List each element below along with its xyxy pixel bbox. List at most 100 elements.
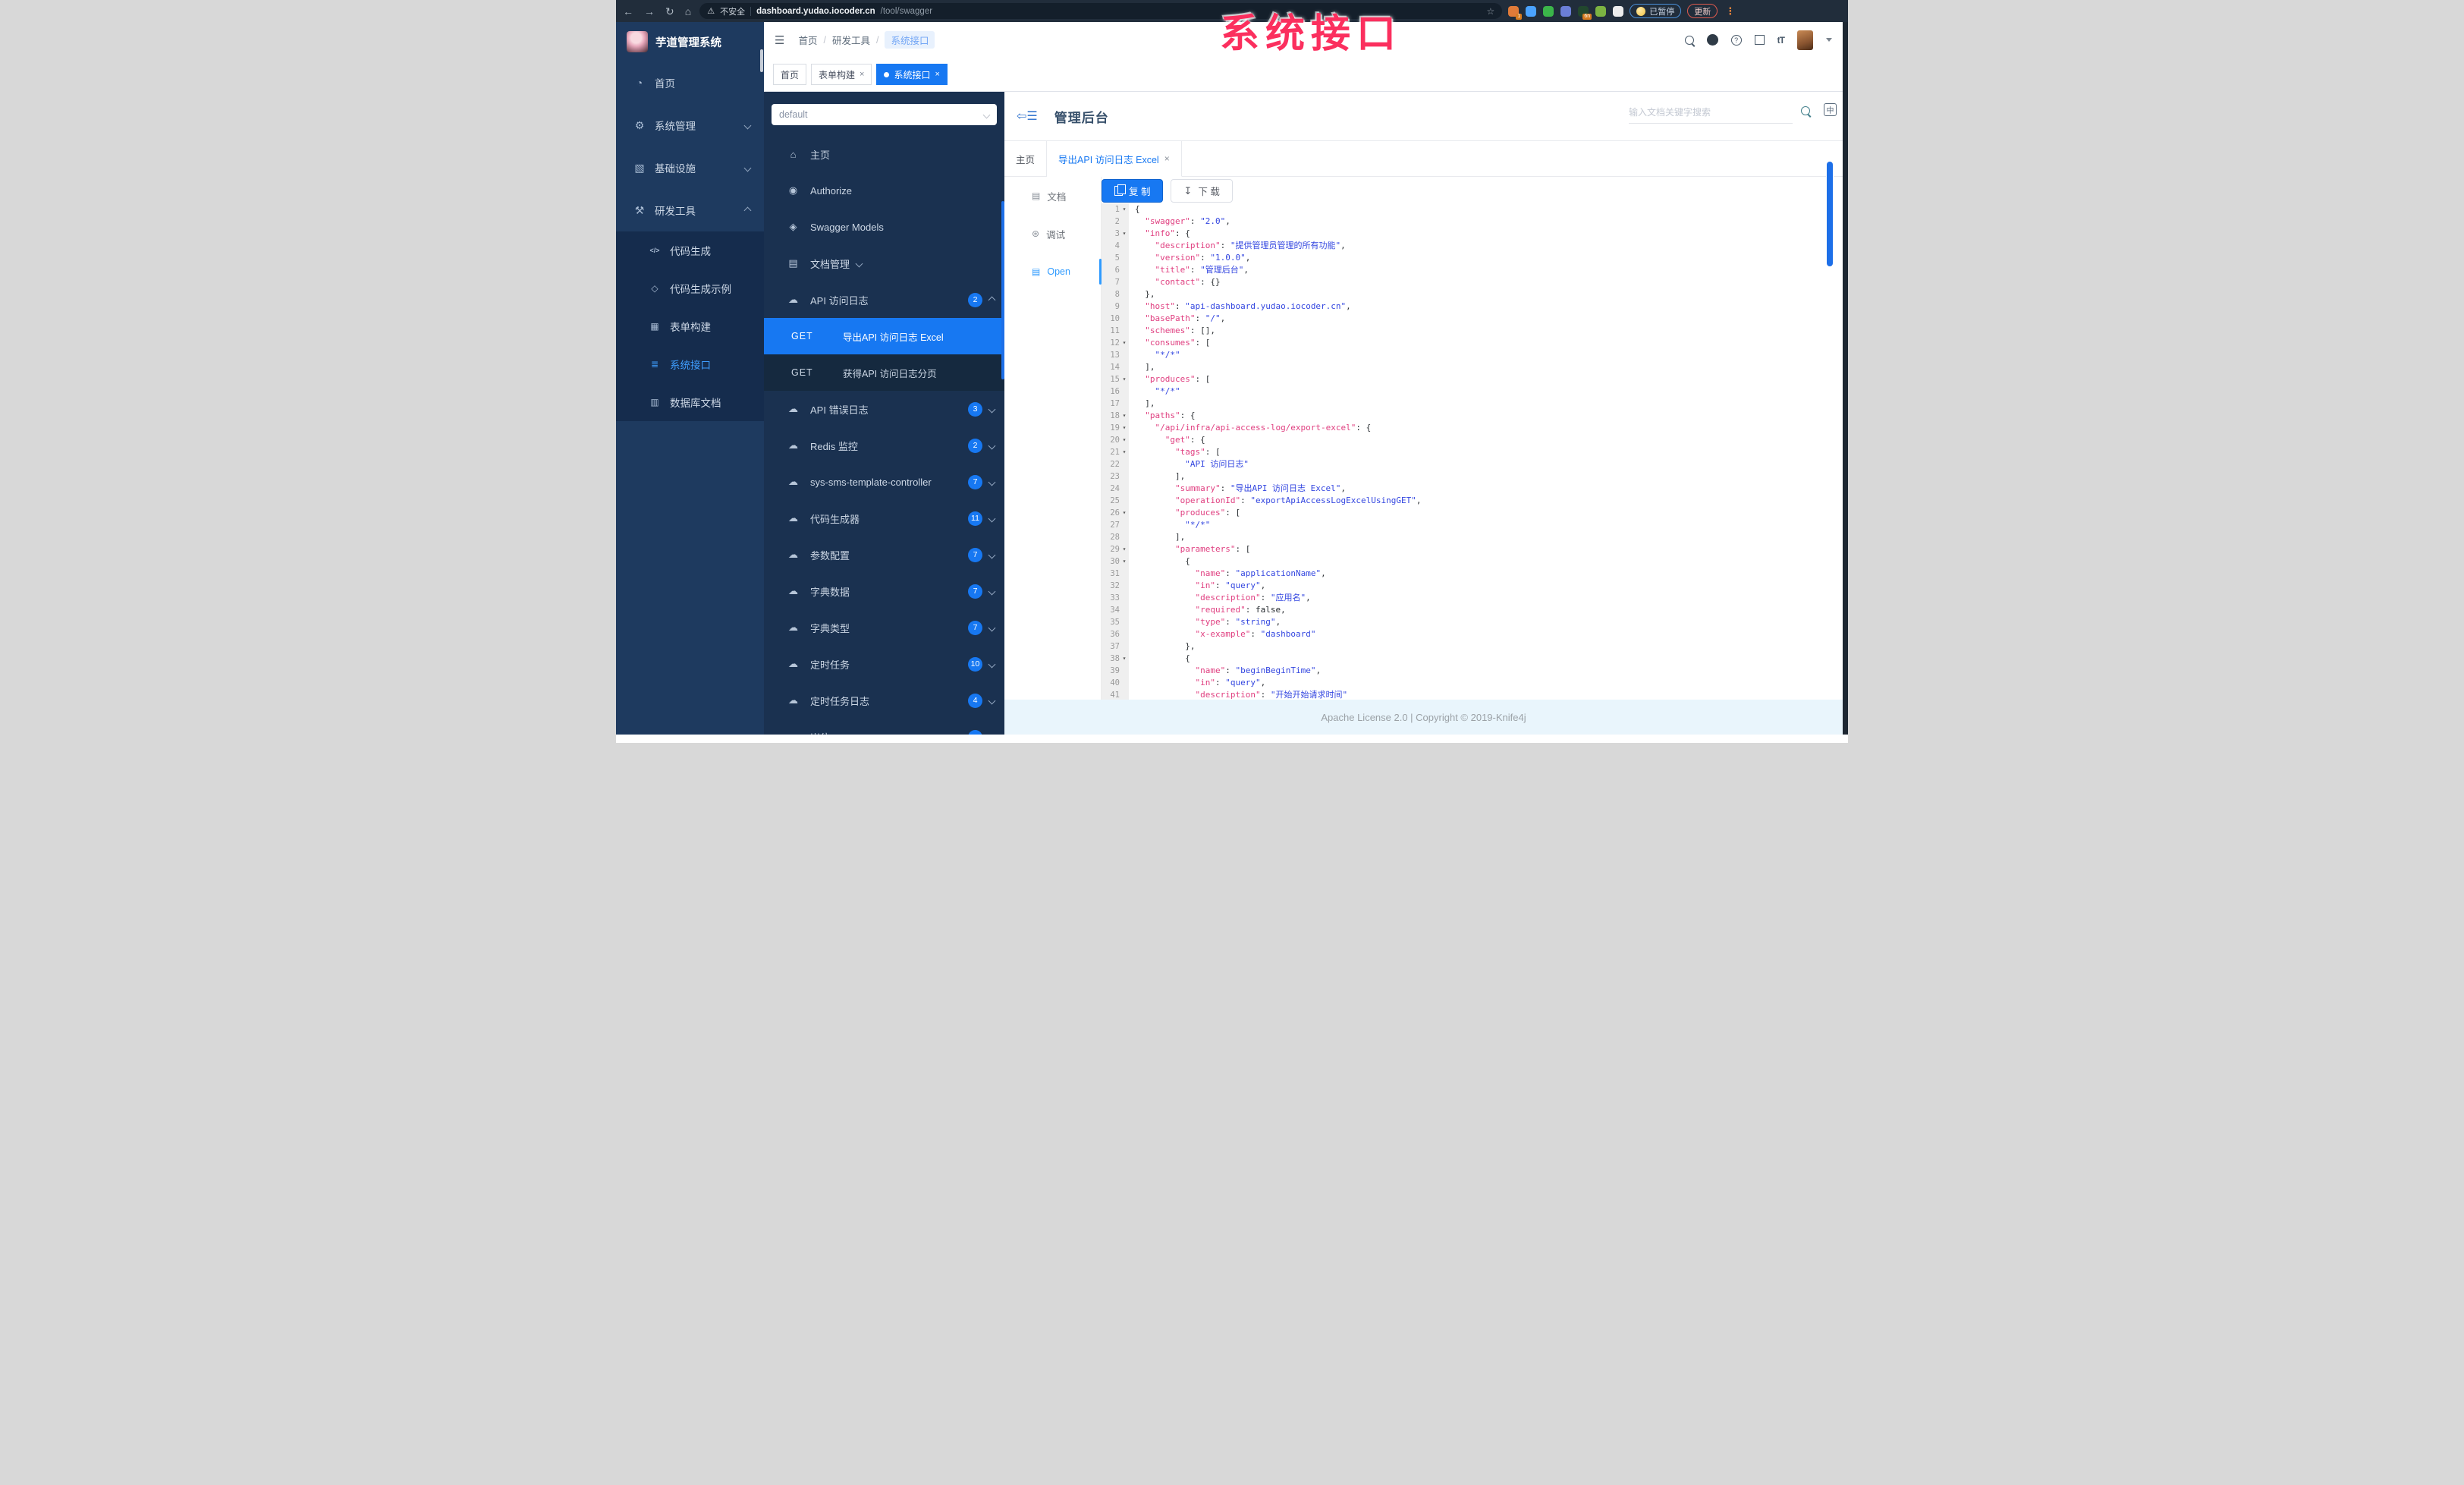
fold-marker-icon[interactable]: ▾ (1120, 373, 1129, 385)
breadcrumb-item[interactable]: 研发工具 (832, 33, 870, 47)
api-group-row[interactable]: ☁ API 错误日志 3 (764, 391, 1004, 427)
app-logo[interactable]: 芋道管理系统 (616, 22, 764, 61)
browser-menu-icon[interactable]: ⋮ (1724, 5, 1736, 17)
content-scrollbar-thumb[interactable] (1827, 162, 1833, 266)
extension-5[interactable]: 6n (1578, 5, 1592, 20)
api-operation-row[interactable]: GET 导出API 访问日志 Excel (764, 318, 1004, 354)
fullscreen-icon[interactable] (1754, 35, 1765, 45)
api-group-row[interactable]: ☁ 定时任务 10 (764, 646, 1004, 682)
swagger-nav-item[interactable]: ▤ 文档管理 (764, 245, 1004, 282)
api-group-row[interactable]: ☁ 字典数据 7 (764, 573, 1004, 609)
update-button[interactable]: 更新 (1687, 4, 1718, 18)
sidebar-subitem[interactable]: ▥ 数据库文档 (616, 383, 764, 421)
code-text: ], (1174, 532, 1186, 542)
api-operation-row[interactable]: GET 获得API 访问日志分页 (764, 354, 1004, 391)
code-text: "produces": [ (1145, 374, 1211, 384)
breadcrumb-item[interactable]: 系统接口 (885, 31, 935, 49)
swagger-nav-item[interactable]: ◉ Authorize (764, 172, 1004, 209)
code-line: 11 "schemes": [], (1102, 325, 1832, 337)
collapse-panel-icon[interactable]: ⇦☰ (1017, 109, 1038, 124)
sidebar-subitem[interactable]: </> 代码生成 (616, 231, 764, 269)
fold-marker-icon[interactable]: ▾ (1120, 422, 1129, 434)
user-avatar[interactable] (1797, 30, 1813, 50)
code-line: 1 ▾ { (1102, 203, 1832, 216)
fold-marker-icon[interactable]: ▾ (1120, 555, 1129, 568)
fold-marker-icon[interactable]: ▾ (1120, 507, 1129, 519)
document-tab[interactable]: 导出API 访问日志 Excel × (1047, 141, 1182, 177)
paused-extension-pill[interactable]: 已暂停 (1630, 4, 1682, 18)
code-line: 23 ], (1102, 470, 1832, 483)
api-group-row[interactable]: ☁ sys-sms-template-controller 7 (764, 464, 1004, 500)
doc-search-input[interactable]: 输入文档关键字搜索 (1629, 105, 1793, 124)
line-number: 32 (1110, 581, 1120, 590)
sidebar-subitem[interactable]: ◇ 代码生成示例 (616, 269, 764, 307)
font-size-icon[interactable]: tT (1777, 35, 1785, 46)
extension-1[interactable]: 1 (1508, 5, 1523, 20)
sidebar-subitem[interactable]: ≣ 系统接口 (616, 345, 764, 383)
sidebar-item[interactable]: ⚒ 研发工具 (616, 189, 764, 231)
swagger-nav-item[interactable]: ◈ Swagger Models (764, 209, 1004, 245)
doc-search-icon[interactable] (1801, 105, 1810, 119)
swagger-json-editor[interactable]: 1 ▾{2 "swagger": "2.0", 3 ▾ "info": {4 "des… (1102, 203, 1832, 700)
extension-2[interactable] (1526, 5, 1537, 17)
fold-marker-icon[interactable]: ▾ (1120, 203, 1129, 216)
swagger-nav-item[interactable]: ⌂ 主页 (764, 136, 1004, 172)
fold-marker-icon[interactable]: ▾ (1120, 653, 1129, 665)
view-tab-调试[interactable]: ⊛ 调试 (1004, 215, 1101, 253)
extension-7[interactable] (1613, 5, 1624, 17)
view-tab-open[interactable]: ▤ Open (1004, 253, 1102, 291)
download-button[interactable]: ↧ 下 载 (1171, 179, 1233, 203)
page-tab-label: 首页 (781, 69, 800, 80)
sidebar-item[interactable]: ◔ 首页 (616, 61, 764, 104)
fold-marker-icon[interactable]: ▾ (1120, 337, 1129, 349)
menu-collapse-icon[interactable]: ☰ (775, 33, 784, 47)
code-text: ], (1174, 471, 1186, 481)
fold-marker-icon[interactable]: ▾ (1120, 446, 1129, 458)
back-icon[interactable]: ← (621, 6, 636, 17)
github-icon[interactable] (1706, 34, 1718, 46)
api-group-select[interactable]: default (772, 104, 997, 125)
extension-3[interactable] (1543, 5, 1554, 17)
api-group-row[interactable]: ☁ API 访问日志 2 (764, 282, 1004, 318)
view-tab-文档[interactable]: ▤ 文档 (1004, 177, 1101, 215)
fold-marker-icon[interactable]: ▾ (1120, 434, 1129, 446)
fold-marker-icon[interactable]: ▾ (1120, 410, 1129, 422)
close-icon[interactable]: × (1164, 153, 1170, 164)
breadcrumb-item[interactable]: 首页 (798, 33, 817, 47)
help-icon[interactable]: ? (1730, 34, 1742, 46)
page-tab[interactable]: 表单构建 × (811, 64, 872, 85)
close-icon[interactable]: × (860, 70, 864, 79)
api-group-row[interactable]: ☁ 定时任务日志 4 (764, 682, 1004, 719)
api-group-label: 定时任务 (810, 659, 850, 671)
language-icon[interactable]: 中 (1824, 103, 1837, 116)
page-tab[interactable]: 系统接口 × (876, 64, 948, 85)
sidebar-scrollbar-thumb[interactable] (760, 49, 763, 72)
sidebar-item-label: 基础设施 (655, 163, 696, 175)
copy-button[interactable]: 复 制 (1102, 179, 1164, 203)
page-tab[interactable]: 首页 (773, 64, 807, 85)
document-tab[interactable]: 主页 (1004, 141, 1048, 176)
extension-4[interactable] (1560, 5, 1572, 17)
fold-marker-icon[interactable]: ▾ (1120, 543, 1129, 555)
home-icon[interactable]: ⌂ (683, 6, 693, 17)
sidebar-item[interactable]: ⚙ 系统管理 (616, 104, 764, 146)
search-icon[interactable] (1684, 35, 1694, 45)
api-group-row[interactable]: ☁ 字典类型 7 (764, 609, 1004, 646)
close-icon[interactable]: × (935, 70, 939, 79)
api-group-row[interactable]: ☁ Redis 监控 2 (764, 427, 1004, 464)
fold-marker-icon[interactable]: ▾ (1120, 228, 1129, 240)
api-group-row[interactable]: ☁ 参数配置 7 (764, 536, 1004, 573)
bookmark-star-icon[interactable]: ☆ (1486, 6, 1494, 17)
browser-scrollbar-track[interactable] (1843, 22, 1848, 735)
extension-6[interactable] (1595, 5, 1607, 17)
sidebar-subitem[interactable]: ▦ 表单构建 (616, 307, 764, 345)
api-group-row[interactable]: ☁ 代码生成器 11 (764, 500, 1004, 536)
reload-icon[interactable]: ↻ (663, 6, 677, 17)
forward-icon[interactable]: → (642, 6, 657, 17)
user-menu-caret-icon[interactable] (1826, 38, 1832, 42)
code-line: 7 "contact": {} (1102, 276, 1832, 288)
sidebar-item[interactable]: ▧ 基础设施 (616, 146, 764, 189)
api-group-row[interactable]: ☁ 岗位 (764, 719, 1004, 735)
